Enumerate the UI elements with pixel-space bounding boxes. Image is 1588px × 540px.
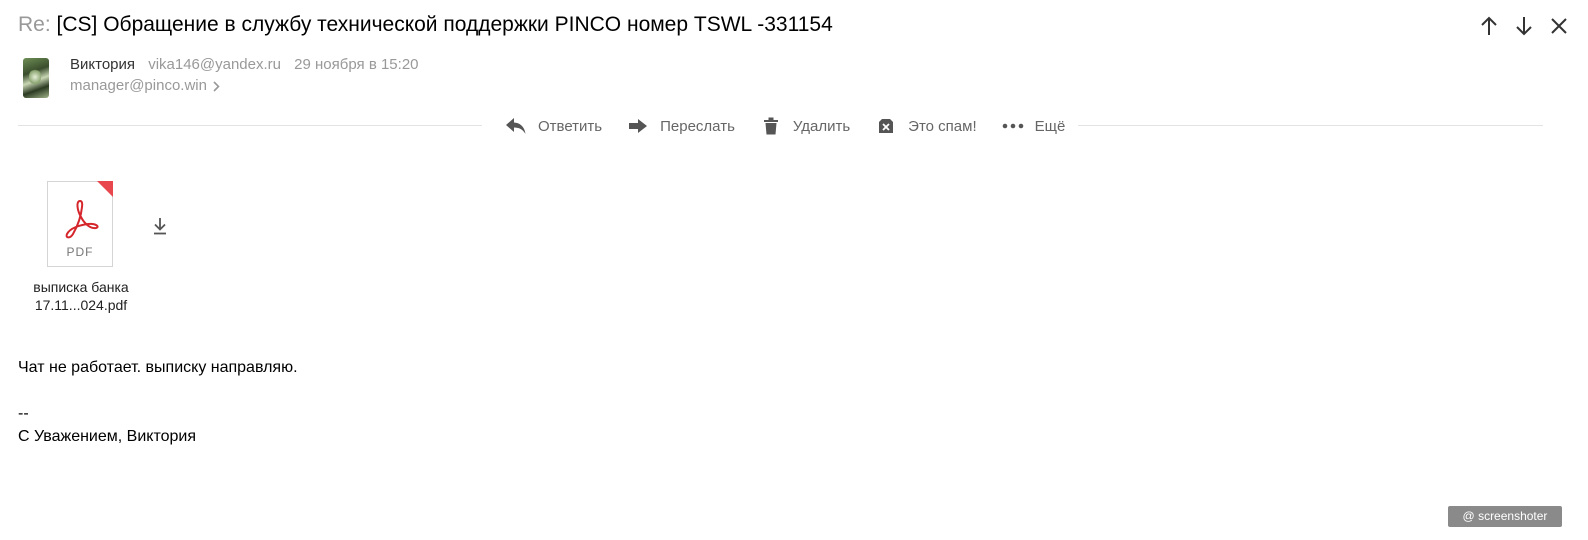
more-button[interactable]: Ещё [1001,115,1066,137]
arrow-down-icon [1515,16,1532,35]
reply-button[interactable]: Ответить [504,115,602,137]
recipient-info[interactable]: manager@pinco.win [70,77,220,95]
pdf-file-icon[interactable]: PDF [47,181,113,267]
arrow-up-icon [1480,16,1497,35]
message-body: Чат не работает. выписку направляю. -- С… [18,359,298,445]
spam-label: Это спам! [908,117,977,135]
toolbar-divider-right [1078,125,1543,126]
subject-text: [CS] Обращение в службу технической подд… [56,13,833,36]
sender-name[interactable]: Виктория [70,56,135,73]
toolbar-divider-left [18,125,482,126]
next-message-button[interactable] [1512,14,1535,37]
avatar[interactable] [23,58,49,98]
previous-message-button[interactable] [1477,14,1500,37]
pdf-type-label: PDF [66,245,94,259]
attachment-filename-line2: 17.11...024.pdf [34,297,128,313]
acrobat-logo-icon [65,200,99,239]
download-attachment-button[interactable] [151,216,169,236]
close-icon [1550,17,1567,34]
attachment-filename[interactable]: выписка банка 17.11...024.pdf [22,278,140,314]
sender-info: Виктория vika146@yandex.ru 29 ноября в 1… [70,56,419,74]
forward-label: Переслать [660,117,735,135]
chevron-right-icon [213,80,220,92]
message-subject: Re: [CS] Обращение в службу технической … [18,11,833,39]
screenshoter-watermark: @ screenshoter [1448,506,1562,527]
reply-icon [504,115,528,137]
forward-icon [626,115,650,137]
more-dots-icon [1001,115,1025,137]
pdf-corner-fold [97,181,113,197]
spam-icon [874,115,898,137]
message-navigation [1477,14,1570,37]
subject-prefix: Re: [18,13,51,36]
recipient-email[interactable]: manager@pinco.win [70,77,207,95]
attachment-filename-line1: выписка банка [33,279,129,295]
download-icon [154,218,166,235]
message-date: 29 ноября в 15:20 [294,56,419,73]
message-toolbar: Ответить Переслать Удалить Это спам! Ещё [504,114,1065,138]
sender-email[interactable]: vika146@yandex.ru [148,56,281,73]
forward-button[interactable]: Переслать [626,115,735,137]
close-message-button[interactable] [1547,14,1570,37]
more-label: Ещё [1034,117,1066,135]
reply-label: Ответить [538,117,603,135]
delete-button[interactable]: Удалить [759,115,850,137]
spam-button[interactable]: Это спам! [874,115,977,137]
trash-icon [759,115,783,137]
delete-label: Удалить [792,117,851,135]
